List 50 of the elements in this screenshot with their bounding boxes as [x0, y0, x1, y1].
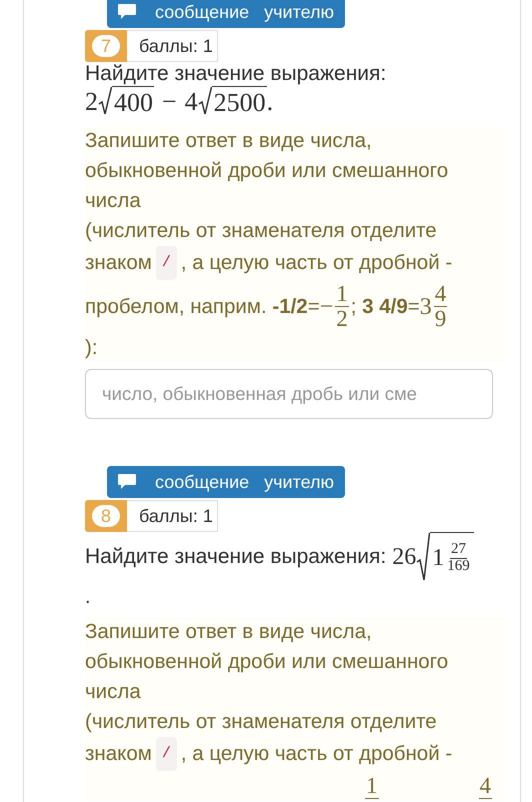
math-operator: −	[162, 87, 177, 117]
math-number: 26	[392, 544, 416, 571]
instruction-text: ; 3 4/9=	[350, 294, 420, 320]
instruction-text: (числитель от знаменателя отделите	[85, 709, 437, 736]
instruction-text: Запишите ответ в виде числа,	[85, 619, 372, 646]
instruction-text: числа	[85, 188, 141, 214]
instruction-text: Запишите ответ в виде числа,	[85, 128, 372, 154]
math-number: 2500	[214, 88, 266, 118]
instruction-text: , а целую часть от дробной -	[180, 250, 452, 276]
points-label: баллы: 1	[127, 30, 218, 62]
minus-sign: −	[320, 292, 334, 322]
question-number-badge: 7	[85, 30, 127, 62]
radical-sign-icon	[198, 86, 212, 116]
math-number: 2	[85, 87, 98, 117]
points-label: баллы: 1	[127, 500, 218, 532]
question-prompt: Найдите значение выражения:	[85, 545, 386, 570]
message-teacher-button[interactable]: сообщение учителю	[107, 466, 345, 498]
fraction-denominator: 169	[446, 558, 471, 575]
radical-sign-icon	[98, 86, 112, 116]
period-text: .	[85, 586, 91, 610]
math-number: .	[266, 87, 274, 117]
instruction-text: числа	[85, 679, 141, 706]
instruction-text: , а целую часть от дробной -	[180, 741, 452, 768]
question-number-badge: 8	[85, 500, 127, 532]
fraction-denominator: 2	[335, 307, 349, 332]
fraction-numerator: 4	[478, 774, 492, 799]
fraction-numerator: 1	[335, 282, 349, 308]
question-prompt: Найдите значение выражения:	[85, 62, 386, 86]
answer-input-field[interactable]: число, обыкновенная дробь или сме	[85, 369, 493, 420]
math-number: 4	[184, 87, 198, 117]
whole-number: 1	[432, 544, 444, 572]
instruction-text: (числитель от знаменателя отделите	[85, 218, 437, 244]
fraction-numerator: 1	[365, 774, 378, 799]
speech-bubble-icon	[117, 3, 137, 21]
slash-code: /	[156, 737, 177, 772]
math-number: 400	[114, 88, 153, 118]
fraction-numerator: 4	[434, 282, 448, 308]
message-teacher-button[interactable]: сообщение учителю	[107, 0, 345, 28]
fraction-numerator: 27	[450, 542, 467, 559]
speech-bubble-icon	[117, 473, 137, 492]
instruction-text: знаком	[85, 741, 152, 768]
instruction-text: пробелом, наприм. -1/2=	[85, 294, 320, 320]
instruction-text: обыкновенной дроби или смешанного	[85, 158, 448, 184]
instruction-text: знаком	[85, 250, 152, 276]
radical-sign-icon	[416, 532, 430, 582]
whole-number: 3	[420, 292, 432, 322]
instruction-text: ):	[85, 335, 98, 362]
slash-code: /	[156, 246, 177, 280]
fraction-denominator: 9	[434, 307, 448, 332]
instruction-text: обыкновенной дроби или смешанного	[85, 649, 448, 676]
